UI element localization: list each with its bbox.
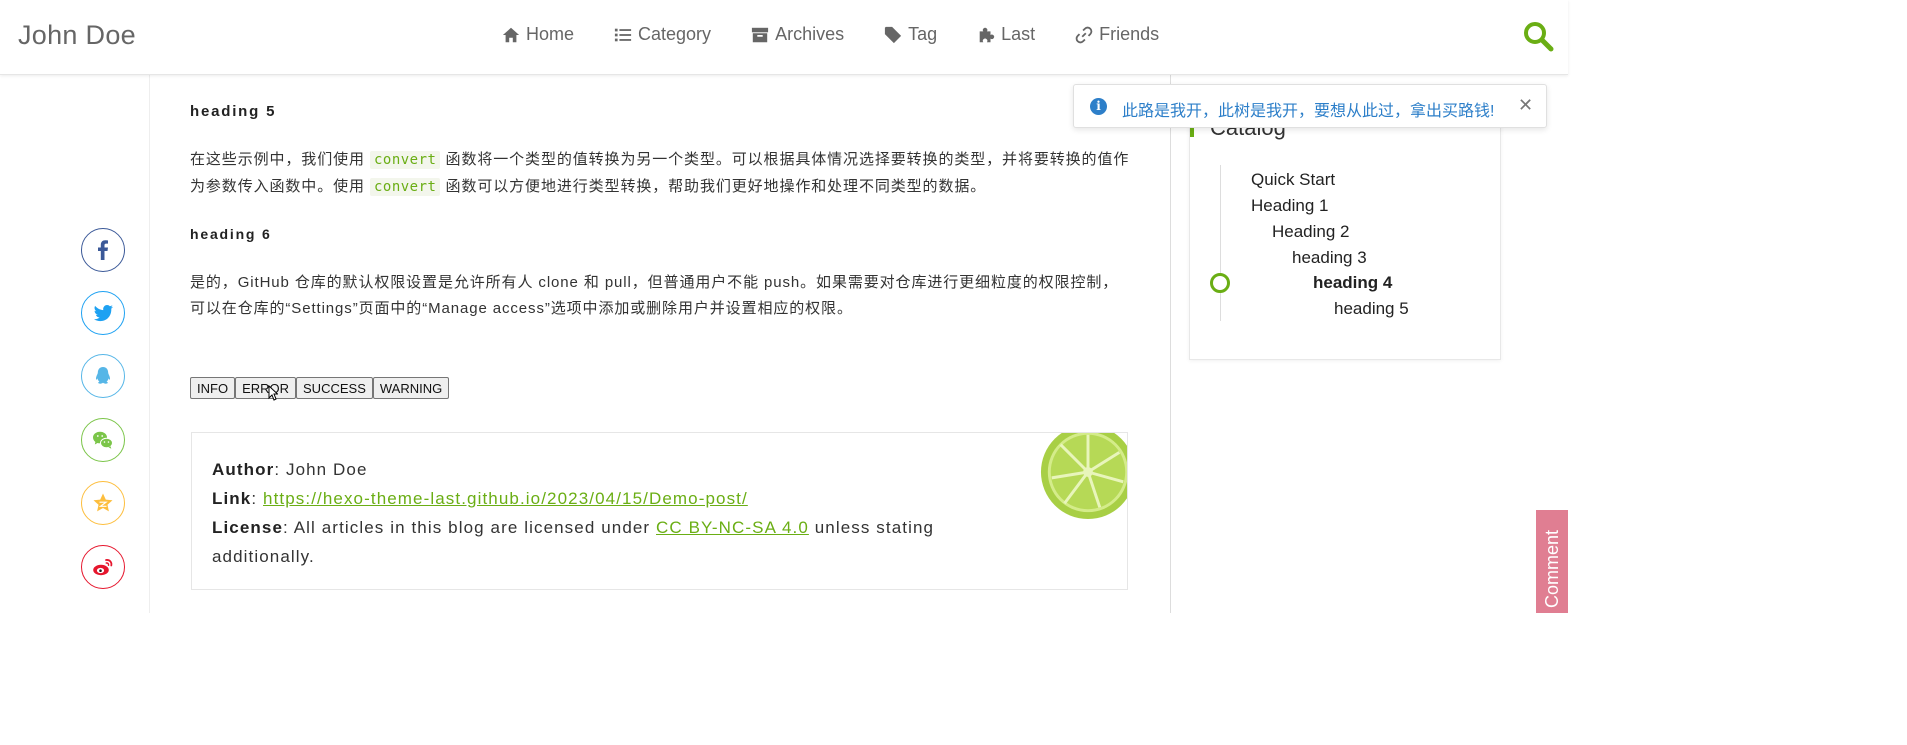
close-icon[interactable]: ✕ [1518,95,1533,116]
paragraph-github: 是的，GitHub 仓库的默认权限设置是允许所有人 clone 和 pull，但… [190,274,1119,317]
toc-item-heading-1[interactable]: Heading 1 [1251,196,1329,216]
site-title[interactable]: John Doe [18,20,136,51]
author-value: John Doe [285,460,368,479]
wechat-icon [93,431,113,449]
paragraph-text: 函数可以方便地进行类型转换，帮助我们更好地操作和处理不同类型的数据。 [440,177,987,195]
heading-5: heading 5 [190,103,277,120]
license-text: All articles in this blog are licensed u… [293,518,657,537]
nav-archives[interactable]: Archives [751,24,844,45]
license-label: License [212,518,284,537]
copyright-link: Link: https://hexo-theme-last.github.io/… [212,489,748,508]
nav-last[interactable]: Last [977,24,1035,45]
home-icon [502,27,520,42]
inline-code: convert [369,151,441,169]
toc-item-heading-2[interactable]: Heading 2 [1272,222,1350,242]
nav-archives-label: Archives [775,24,845,44]
facebook-icon [98,240,108,260]
list-icon [614,28,632,41]
weibo-icon [93,559,113,576]
nav-home[interactable]: Home [502,24,574,45]
qq-icon [96,367,110,384]
inline-code: convert [369,177,441,196]
link-icon [1075,26,1093,43]
toc-item-quick-start[interactable]: Quick Start [1251,170,1335,190]
share-wechat[interactable] [81,418,125,462]
info-toast: i 此路是我开，此树是我开，要想从此过，拿出买路钱! ✕ [1073,84,1547,128]
qzone-star-icon [93,493,113,512]
share-qq[interactable] [81,354,125,398]
lemon-slice-icon [1040,433,1127,520]
share-facebook[interactable] [81,228,125,272]
toast-message: 此路是我开，此树是我开，要想从此过，拿出买路钱! [1122,103,1495,120]
share-column [0,75,150,613]
nav-tag-label: Tag [908,24,938,44]
copyright-author: Author: John Doe [212,460,368,479]
author-label: Author [212,460,275,479]
nav-friends[interactable]: Friends [1075,24,1159,45]
share-qzone[interactable] [81,481,125,525]
toc-item-heading-3[interactable]: heading 3 [1292,248,1367,268]
comment-tab[interactable]: Comment [1536,510,1568,613]
tag-icon [884,26,902,43]
paragraph-text: 在这些示例中，我们使用 [190,151,370,168]
license-link[interactable]: CC BY-NC-SA 4.0 [656,518,809,537]
copyright-box: Author: John Doe Link: https://hexo-them… [191,432,1128,590]
puzzle-icon [979,27,995,42]
nav-category-label: Category [638,24,712,44]
info-button[interactable]: INFO [190,377,236,399]
share-twitter[interactable] [81,291,125,335]
error-button[interactable]: ERROR [235,377,297,399]
nav-category[interactable]: Category [614,24,711,45]
info-icon: i [1090,98,1107,115]
heading-6: heading 6 [190,226,272,242]
sidebar-divider [1170,75,1171,613]
catalog-card: Catalog Quick Start Heading 1 Heading 2 … [1189,100,1501,360]
toc-active-dot-icon [1210,273,1230,293]
mouse-cursor-icon [268,385,278,401]
archive-icon [751,27,769,42]
share-weibo[interactable] [81,545,125,589]
post-permalink[interactable]: https://hexo-theme-last.github.io/2023/0… [263,489,748,508]
link-label: Link [212,489,252,508]
site-header: John Doe Home Category Archives Tag Last… [0,0,1568,75]
nav-home-label: Home [526,24,575,44]
toc-timeline [1220,165,1221,321]
success-button[interactable]: SUCCESS [296,377,373,399]
copyright-lines: Author: John Doe Link: https://hexo-them… [212,455,1012,571]
paragraph-convert: 在这些示例中，我们使用 convert 函数将一个类型的值转换为另一个类型。可以… [190,147,1130,200]
warning-button[interactable]: WARNING [372,377,450,399]
main-nav: Home Category Archives Tag Last Friends [502,24,1199,45]
twitter-icon [94,305,113,322]
nav-friends-label: Friends [1099,24,1160,44]
nav-last-label: Last [1001,24,1036,44]
toc-item-heading-5[interactable]: heading 5 [1334,299,1409,319]
comment-tab-label: Comment [1542,529,1562,608]
nav-tag[interactable]: Tag [884,24,937,45]
search-icon[interactable] [1522,20,1554,52]
message-button-row: INFO ERROR SUCCESS WARNING [190,377,450,399]
toc-item-heading-4[interactable]: heading 4 [1313,273,1392,293]
copyright-license: License: All articles in this blog are l… [212,518,935,566]
